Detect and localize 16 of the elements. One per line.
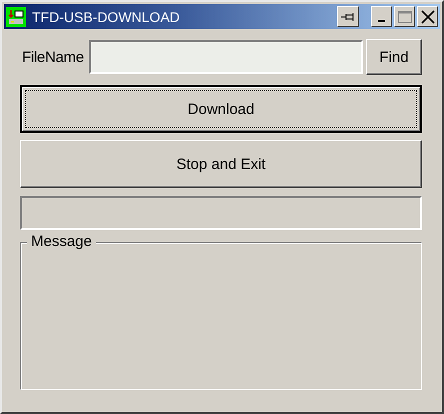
app-icon: [6, 6, 26, 26]
pin-button[interactable]: [337, 6, 359, 27]
maximize-button[interactable]: [394, 6, 415, 27]
maximize-icon: [398, 10, 412, 22]
close-icon: [420, 10, 434, 24]
message-title: Message: [27, 233, 96, 250]
find-button[interactable]: Find: [366, 39, 422, 75]
action-button[interactable]: Stop and Exit: [20, 140, 422, 188]
filename-field[interactable]: [88, 40, 363, 74]
close-button[interactable]: [417, 6, 438, 27]
window-title: TFD-USB-DOWNLOAD: [32, 8, 181, 24]
filename-label: FileName: [22, 48, 84, 66]
action-button[interactable]: Download: [20, 85, 422, 133]
minimize-icon: [378, 20, 385, 22]
minimize-button[interactable]: [371, 6, 392, 27]
pin-icon: [341, 12, 355, 22]
